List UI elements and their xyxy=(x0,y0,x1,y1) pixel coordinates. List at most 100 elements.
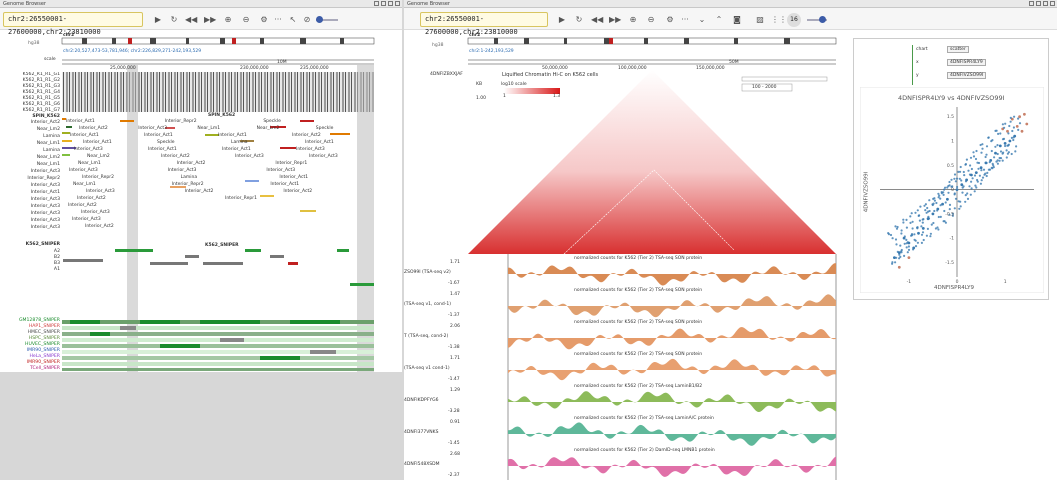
gear-icon[interactable]: ⚙ xyxy=(258,14,270,26)
scatter-point xyxy=(933,199,936,202)
scatter-point xyxy=(970,180,973,183)
spin-segment-label: Interior_Act1 xyxy=(83,140,112,145)
scatter-point xyxy=(1007,132,1010,135)
scatter-point xyxy=(1014,150,1017,153)
minimize-icon[interactable] xyxy=(1036,1,1041,6)
scatter-point xyxy=(978,174,981,177)
chevron-up-icon[interactable]: ⌃ xyxy=(713,14,725,26)
track-label: K562_R1_R1_G6 xyxy=(22,102,60,107)
scatter-point xyxy=(906,251,909,254)
track-label: SPIN_K562 xyxy=(32,114,60,119)
bigwig-track-label: (TSA-seq v1, cond-1) xyxy=(404,302,452,307)
minimize-icon[interactable] xyxy=(381,1,386,6)
track-label: Interior_Act3 xyxy=(30,211,60,216)
scatter-point xyxy=(929,235,932,238)
left-locus-input[interactable]: chr2:26550001-27600000,chr2:23810000 xyxy=(3,12,143,36)
scatter-point xyxy=(977,167,980,170)
right-genome-label: hg38 xyxy=(432,43,444,48)
scatter-point xyxy=(1002,151,1005,154)
spin-segment-label: Interior_Act2 xyxy=(184,189,214,194)
spin-segment-label: Interior_Act3 xyxy=(309,154,338,159)
left-window-controls xyxy=(374,1,400,6)
bigwig-min-value: -1.67 xyxy=(448,281,460,286)
scatter-point xyxy=(1008,124,1011,128)
pin-icon[interactable] xyxy=(1029,1,1034,6)
pattern-icon[interactable]: ▨ xyxy=(754,14,766,26)
scatter-xlabel: 4DNFISPR4LY9 xyxy=(934,285,974,291)
scatter-point xyxy=(894,261,897,264)
scatter-point xyxy=(980,151,983,154)
play-icon[interactable]: ▶ xyxy=(556,14,568,26)
scatter-point xyxy=(987,136,990,139)
scatter-point xyxy=(930,223,933,226)
spin-segment-label: Interior_Act1 xyxy=(305,140,334,145)
zoom-level-badge[interactable]: 16 xyxy=(787,13,801,27)
scatter-point xyxy=(942,193,945,196)
bigwig-title: normalized counts for K562 (Tier 2) TSA-… xyxy=(574,320,703,325)
zoom-out-icon[interactable]: ⊖ xyxy=(240,14,252,26)
close-icon[interactable] xyxy=(395,1,400,6)
cell-track-label: HMEC_SNIPER xyxy=(27,330,60,335)
right-window-title: Genome Browser xyxy=(407,1,450,7)
scatter-point xyxy=(1011,129,1014,133)
maximize-icon[interactable] xyxy=(388,1,393,6)
scatter-point xyxy=(1004,122,1007,125)
grid-icon[interactable]: ⋮⋮ xyxy=(771,14,787,26)
refresh-icon[interactable]: ↻ xyxy=(168,14,180,26)
scatter-point xyxy=(905,238,908,241)
chart-type-select[interactable]: scatter xyxy=(947,46,969,53)
scatter-point xyxy=(1005,149,1008,152)
maximize-icon[interactable] xyxy=(1043,1,1048,6)
scatter-plot-panel: chart scatter x 4DNFISPR4LY9 y 4DNFIVZSO… xyxy=(853,38,1049,300)
zoom-in-icon[interactable]: ⊕ xyxy=(222,14,234,26)
cell-track-label: HAP1_SNIPER xyxy=(28,324,60,329)
scatter-point xyxy=(944,186,947,189)
spin-segment-label: Speckle xyxy=(263,119,281,124)
scatter-point xyxy=(959,205,962,208)
track-label: Near_Lm2 xyxy=(36,127,60,132)
scatter-point xyxy=(993,156,996,159)
play-icon[interactable]: ▶ xyxy=(152,14,164,26)
spin-segment-label: Interior_Act3 xyxy=(235,154,264,159)
camera-icon[interactable]: ◙ xyxy=(731,14,743,26)
cell-track-label: IMR90_SNIPER xyxy=(26,360,60,365)
scatter-point xyxy=(902,218,905,221)
pin-icon[interactable] xyxy=(374,1,379,6)
link-off-icon[interactable]: ⊘ xyxy=(301,14,313,26)
gear-icon[interactable]: ⚙ xyxy=(664,14,676,26)
zoom-in-icon[interactable]: ⊕ xyxy=(627,14,639,26)
hic-range-input[interactable]: 100 - 2000 xyxy=(752,85,777,90)
forward-icon[interactable]: ▶▶ xyxy=(204,14,216,26)
right-zoom-slider[interactable] xyxy=(807,16,827,23)
scatter-point xyxy=(933,197,936,200)
scatter-point xyxy=(919,205,922,208)
scatter-point xyxy=(942,191,945,194)
chevron-down-icon[interactable]: ⌄ xyxy=(696,14,708,26)
x-axis-select[interactable]: 4DNFISPR4LY9 xyxy=(947,59,986,66)
refresh-icon[interactable]: ↻ xyxy=(573,14,585,26)
zoom-out-icon[interactable]: ⊖ xyxy=(645,14,657,26)
back-icon[interactable]: ◀◀ xyxy=(185,14,197,26)
right-coords: chr2:1-242,193,529 xyxy=(469,49,514,54)
right-locus-input[interactable]: chr2:26550001-27600000,chr2:23810000 xyxy=(420,12,548,36)
scatter-point xyxy=(976,180,979,183)
scatter-point xyxy=(970,167,973,171)
scatter-point xyxy=(926,206,929,210)
left-genome-label: hg38 xyxy=(28,41,40,46)
back-icon[interactable]: ◀◀ xyxy=(591,14,603,26)
left-zoom-slider[interactable] xyxy=(316,16,338,23)
more-icon[interactable]: ··· xyxy=(272,14,284,26)
scatter-point xyxy=(994,129,997,132)
spin-segment-label: Interior_Repr2 xyxy=(82,175,114,180)
scatter-point xyxy=(929,232,932,235)
cursor-icon[interactable]: ↖ xyxy=(287,14,299,26)
y-axis-select[interactable]: 4DNFIVZSO99I xyxy=(947,72,987,79)
scatter-point xyxy=(1018,122,1022,125)
scatter-point xyxy=(959,165,962,169)
spin-segment-label: Interior_Act1 xyxy=(222,147,251,152)
forward-icon[interactable]: ▶▶ xyxy=(609,14,621,26)
scatter-point xyxy=(936,209,939,212)
scatter-point xyxy=(968,173,972,176)
more-icon[interactable]: ··· xyxy=(679,14,691,26)
close-icon[interactable] xyxy=(1050,1,1055,6)
